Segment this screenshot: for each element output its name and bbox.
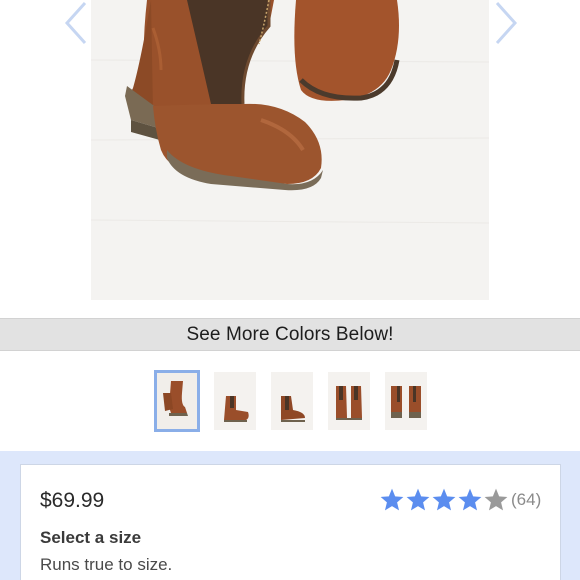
product-details-section: $69.99 (64) Select a size Runs true to s… (0, 451, 580, 580)
star-filled-icon (380, 488, 404, 511)
product-price: $69.99 (40, 489, 105, 512)
thumbnail-1[interactable] (154, 370, 200, 432)
thumbnail-5[interactable] (385, 372, 427, 430)
star-filled-icon (406, 488, 430, 511)
product-image-gallery (0, 0, 580, 318)
star-filled-icon (458, 488, 482, 511)
star-empty-icon (484, 488, 508, 511)
size-fit-note: Runs true to size. (40, 555, 173, 574)
review-count: (64) (511, 490, 542, 509)
banner-text: See More Colors Below! (186, 323, 394, 345)
chevron-right-icon (495, 1, 518, 45)
see-more-colors-banner: See More Colors Below! (0, 318, 580, 351)
thumbnail-3[interactable] (271, 372, 313, 430)
size-heading: Select a size (40, 528, 142, 547)
main-product-image[interactable] (91, 0, 489, 300)
thumbnail-strip (0, 351, 580, 451)
chevron-left-icon (64, 1, 87, 45)
thumbnail-2[interactable] (214, 372, 256, 430)
next-image-arrow[interactable] (488, 0, 524, 46)
thumbnail-4[interactable] (328, 372, 370, 430)
rating-summary[interactable]: (64) (379, 487, 541, 513)
product-details-card: $69.99 (64) Select a size Runs true to s… (20, 464, 561, 580)
previous-image-arrow[interactable] (58, 0, 94, 46)
star-filled-icon (432, 488, 456, 511)
